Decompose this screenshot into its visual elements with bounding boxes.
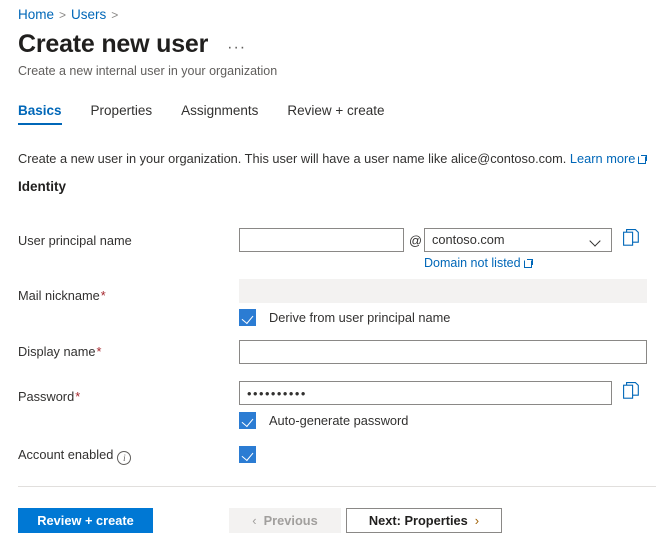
mail-nickname-input[interactable] (239, 279, 647, 303)
domain-select-value: contoso.com (432, 232, 505, 247)
display-name-input[interactable] (239, 340, 647, 364)
at-symbol: @ (409, 233, 422, 248)
required-asterisk-password: * (75, 389, 81, 404)
page-title: Create new user (18, 30, 209, 58)
previous-button: ‹ Previous (229, 508, 341, 533)
derive-from-upn-checkbox-row[interactable]: Derive from user principal name (239, 309, 450, 326)
account-enabled-checkbox[interactable] (239, 446, 256, 463)
external-link-icon-domain (523, 259, 533, 268)
breadcrumb: Home > Users > (18, 6, 123, 24)
info-icon[interactable]: i (117, 451, 132, 465)
tab-review-create[interactable]: Review + create (287, 103, 384, 125)
tab-assignments[interactable]: Assignments (181, 103, 258, 125)
copy-password-icon[interactable] (623, 382, 639, 399)
derive-from-upn-checkbox[interactable] (239, 309, 256, 326)
learn-more-link[interactable]: Learn more (570, 151, 635, 166)
label-user-principal-name: User principal name (18, 233, 132, 248)
page-subtitle: Create a new internal user in your organ… (18, 64, 278, 78)
domain-not-listed-link[interactable]: Domain not listed (424, 256, 533, 270)
more-options-icon[interactable]: ··· (227, 36, 246, 55)
domain-select[interactable]: contoso.com (424, 228, 612, 252)
label-account-enabled: Account enabled i (18, 447, 132, 465)
copy-upn-icon[interactable] (623, 229, 639, 246)
domain-not-listed-label: Domain not listed (424, 256, 521, 270)
section-heading-identity: Identity (18, 179, 67, 194)
breadcrumb-separator-2: > (111, 8, 119, 22)
account-enabled-checkbox-row[interactable] (239, 446, 256, 463)
tab-properties[interactable]: Properties (91, 103, 153, 125)
auto-generate-password-checkbox[interactable] (239, 412, 256, 429)
create-new-user-page: Home > Users > Create new user ··· Create a… (0, 0, 656, 539)
password-input[interactable] (239, 381, 612, 405)
derive-from-upn-label: Derive from user principal name (269, 310, 451, 325)
auto-generate-password-label: Auto-generate password (269, 413, 409, 428)
chevron-left-icon: ‹ (252, 513, 257, 528)
label-password: Password* (18, 389, 81, 404)
breadcrumb-item-home[interactable]: Home (18, 7, 54, 22)
label-mail-nickname: Mail nickname* (18, 288, 106, 303)
next-properties-label: Next: Properties (368, 513, 468, 528)
review-create-button[interactable]: Review + create (18, 508, 153, 533)
previous-label: Previous (263, 513, 318, 528)
external-link-icon (638, 155, 648, 164)
label-display-name: Display name* (18, 344, 102, 359)
footer-divider (18, 486, 656, 487)
tab-basics[interactable]: Basics (18, 103, 62, 125)
user-principal-name-input[interactable] (239, 228, 404, 252)
title-row: Create new user ··· (18, 29, 246, 59)
chevron-down-icon (590, 235, 601, 246)
next-properties-button[interactable]: Next: Properties › (346, 508, 502, 533)
auto-generate-password-checkbox-row[interactable]: Auto-generate password (239, 412, 408, 429)
form-description: Create a new user in your organization. … (18, 150, 648, 167)
chevron-right-icon: › (474, 513, 480, 528)
breadcrumb-item-users[interactable]: Users (71, 7, 106, 22)
tab-bar: Basics Properties Assignments Review + c… (18, 103, 414, 125)
form-description-text: Create a new user in your organization. … (18, 151, 567, 166)
breadcrumb-separator: > (59, 8, 67, 22)
required-asterisk-display-name: * (96, 344, 102, 359)
required-asterisk-mail-nickname: * (100, 288, 106, 303)
